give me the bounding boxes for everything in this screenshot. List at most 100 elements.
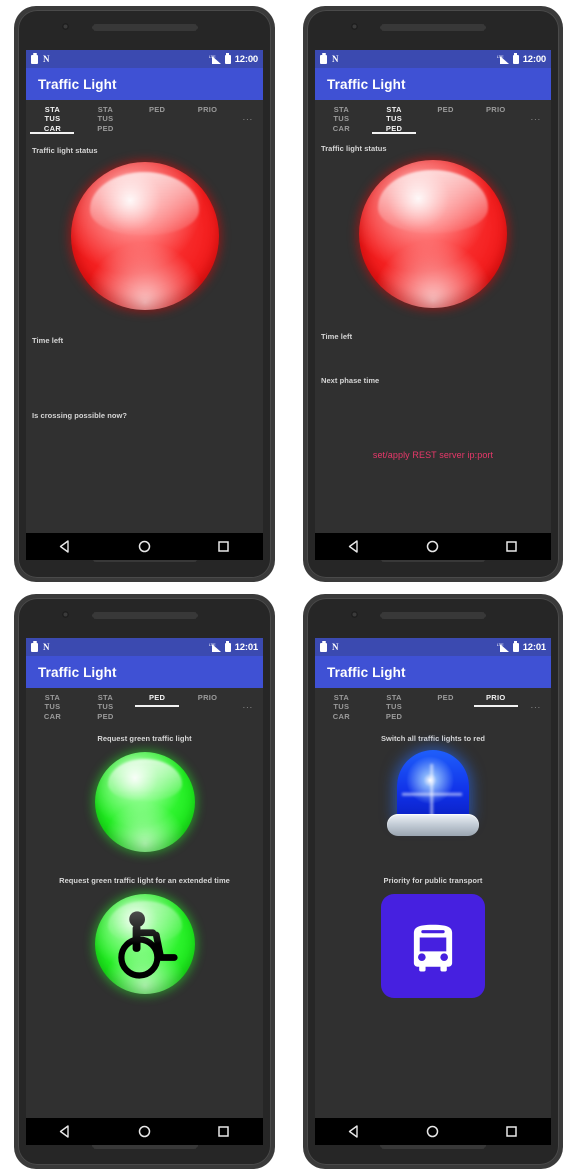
panel-prio: N 12:01 Traffic Light STA — [289, 588, 577, 1175]
label-traffic-light-status: Traffic light status — [321, 144, 387, 153]
back-triangle-icon[interactable] — [58, 1124, 73, 1139]
android-nav-bar — [315, 1118, 551, 1145]
phone-body: N 12:01 Traffic Light STA — [18, 598, 271, 1165]
tab-ped[interactable]: PED — [132, 692, 182, 707]
tab-prio[interactable]: PRIO — [182, 104, 232, 114]
phone-body: N 12:00 Traffic Light STA — [18, 10, 271, 578]
tab-label-line: TUS — [386, 702, 403, 712]
page-title: Traffic Light — [38, 76, 117, 92]
earpiece-grille — [380, 24, 486, 31]
tab-ped[interactable]: PED — [420, 104, 470, 114]
home-circle-icon[interactable] — [137, 539, 152, 554]
tab-status-car[interactable]: STA TUS CAR — [26, 104, 79, 134]
back-triangle-icon[interactable] — [58, 539, 73, 554]
status-bar-left: N — [320, 53, 339, 64]
tab-prio[interactable]: PRIO — [471, 104, 521, 114]
back-triangle-icon[interactable] — [347, 1124, 362, 1139]
signal-icon — [497, 54, 509, 64]
tab-status-car[interactable]: STA TUS CAR — [315, 104, 368, 133]
android-nav-bar — [26, 1118, 263, 1145]
tab-prio[interactable]: PRIO — [182, 692, 232, 702]
tab-ped[interactable]: PED — [132, 104, 182, 114]
label-request-green-extended: Request green traffic light for an exten… — [59, 876, 230, 885]
bus-icon — [413, 924, 453, 972]
home-circle-icon[interactable] — [425, 539, 440, 554]
battery-icon — [512, 53, 519, 64]
beacon-base — [387, 814, 479, 836]
status-bar-right: 12:01 — [497, 641, 547, 653]
tab-status-ped[interactable]: STA TUS PED — [368, 104, 421, 134]
home-circle-icon[interactable] — [137, 1124, 152, 1139]
recents-square-icon[interactable] — [216, 1124, 231, 1139]
tab-status-ped[interactable]: STA TUS PED — [79, 104, 132, 133]
phone-frame: N 12:01 Traffic Light STA — [14, 594, 275, 1169]
green-light-wheelchair-button[interactable] — [94, 894, 195, 994]
green-light-button[interactable] — [94, 752, 195, 852]
tab-label-line: PRIO — [485, 693, 506, 702]
label-switch-all-red: Switch all traffic lights to red — [380, 734, 486, 743]
battery-icon — [224, 53, 231, 64]
status-bar-clock: 12:00 — [234, 53, 259, 65]
app-bar: Traffic Light — [315, 68, 551, 100]
earpiece-grille — [92, 24, 197, 31]
back-triangle-icon[interactable] — [347, 539, 362, 554]
bus-priority-button[interactable] — [381, 894, 485, 998]
status-bar: N 12:00 — [315, 50, 551, 68]
screenshot-grid: N 12:00 Traffic Light STA — [0, 0, 577, 1175]
blue-beacon-button[interactable] — [384, 750, 482, 836]
signal-icon — [497, 642, 509, 652]
nfc-icon: N — [43, 641, 50, 652]
panel-status-car: N 12:00 Traffic Light STA — [0, 0, 289, 588]
tab-status-car[interactable]: STA TUS CAR — [26, 692, 79, 721]
tab-ped[interactable]: PED — [420, 692, 470, 702]
label-traffic-light-status: Traffic light status — [32, 146, 98, 155]
status-bar-left: N — [320, 641, 339, 652]
recents-square-icon[interactable] — [504, 539, 519, 554]
front-camera-icon — [62, 23, 69, 30]
status-bar-right: 12:01 — [209, 641, 258, 653]
tab-status-ped[interactable]: STA TUS PED — [79, 692, 132, 721]
battery-icon — [512, 641, 519, 652]
page-title: Traffic Light — [327, 664, 406, 680]
app-bar: Traffic Light — [26, 656, 263, 688]
tab-overflow-button[interactable]: ... — [521, 104, 551, 122]
phone-body: N 12:01 Traffic Light STA — [307, 598, 559, 1165]
red-traffic-light — [70, 162, 219, 310]
panel-ped: N 12:01 Traffic Light STA — [0, 588, 289, 1175]
clipboard-icon — [31, 53, 38, 64]
tab-prio[interactable]: PRIO — [471, 692, 521, 707]
phone-frame: N 12:00 Traffic Light STA — [14, 6, 275, 582]
tab-underline — [135, 705, 180, 707]
tab-label-line: STA — [44, 693, 61, 702]
recents-square-icon[interactable] — [216, 539, 231, 554]
status-bar-left: N — [31, 641, 50, 652]
tab-label-line: STA — [44, 105, 61, 114]
tab-label-line: STA — [333, 105, 350, 114]
home-circle-icon[interactable] — [425, 1124, 440, 1139]
tab-label-line: PED — [97, 123, 114, 133]
tab-status-ped[interactable]: STA TUS PED — [368, 692, 421, 721]
tab-underline — [30, 132, 75, 134]
signal-icon — [209, 642, 221, 652]
recents-square-icon[interactable] — [504, 1124, 519, 1139]
tab-overflow-button[interactable]: ... — [233, 104, 263, 122]
earpiece-grille — [380, 612, 486, 619]
tab-status-car[interactable]: STA TUS CAR — [315, 692, 368, 721]
nfc-icon: N — [332, 53, 339, 64]
front-camera-icon — [351, 23, 358, 30]
signal-icon — [209, 54, 221, 64]
tab-label-line: CAR — [332, 123, 350, 133]
phone-screen: N 12:01 Traffic Light STA — [315, 638, 551, 1118]
phone-frame: N 12:00 Traffic Light STA — [303, 6, 563, 582]
tab-label-line: STA — [333, 693, 350, 702]
status-bar-clock: 12:01 — [522, 641, 547, 653]
front-camera-icon — [351, 611, 358, 618]
set-apply-rest-server-link[interactable]: set/apply REST server ip:port — [373, 450, 493, 460]
phone-body: N 12:00 Traffic Light STA — [307, 10, 559, 578]
tab-label-line: TUS — [97, 114, 114, 124]
red-traffic-light — [359, 160, 507, 308]
app-bar: Traffic Light — [315, 656, 551, 688]
tab-bar: STA TUS CAR STA TUS PED PED PRIO ... — [315, 688, 551, 728]
tab-overflow-button[interactable]: ... — [233, 692, 263, 710]
tab-overflow-button[interactable]: ... — [521, 692, 551, 710]
